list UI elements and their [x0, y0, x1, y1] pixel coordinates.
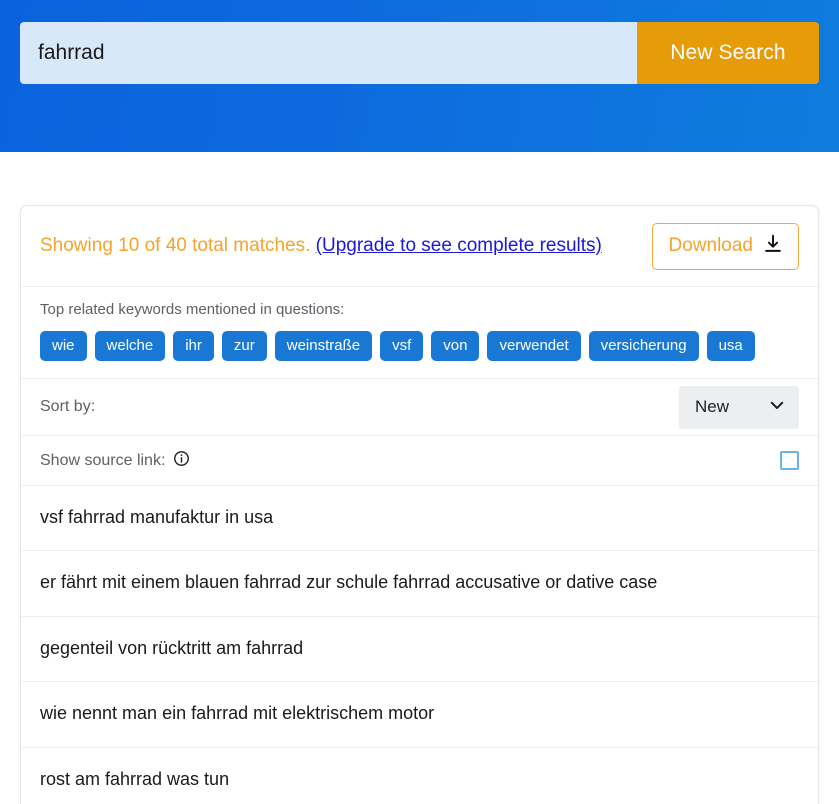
sort-by-value: New	[695, 397, 730, 416]
show-source-link-label: Show source link:	[40, 451, 166, 469]
results-card: Showing 10 of 40 total matches. (Upgrade…	[20, 205, 819, 804]
sort-row: Sort by: New	[21, 378, 818, 435]
download-button[interactable]: Download	[651, 222, 799, 270]
results-summary: Showing 10 of 40 total matches. (Upgrade…	[40, 235, 602, 257]
show-source-link-checkbox[interactable]	[780, 451, 799, 470]
sort-by-select[interactable]: New	[679, 385, 799, 429]
search-header: New Search	[0, 0, 839, 152]
match-count-text: Showing 10 of 40 total matches.	[40, 235, 316, 256]
search-bar: New Search	[20, 22, 819, 84]
chevron-down-icon	[768, 396, 786, 419]
keyword-chip[interactable]: versicherung	[588, 331, 699, 361]
download-button-label: Download	[668, 235, 754, 256]
page-body: Showing 10 of 40 total matches. (Upgrade…	[0, 152, 839, 804]
keyword-chip[interactable]: weinstraße	[274, 331, 373, 361]
info-icon[interactable]	[173, 450, 190, 472]
new-search-button[interactable]: New Search	[637, 22, 819, 84]
result-row[interactable]: vsf fahrrad manufaktur in usa	[21, 485, 818, 550]
show-source-link-row: Show source link:	[21, 435, 818, 485]
keyword-chip[interactable]: ihr	[173, 331, 214, 361]
sort-by-label: Sort by:	[40, 398, 96, 415]
result-row[interactable]: er fährt mit einem blauen fahrrad zur sc…	[21, 550, 818, 615]
related-keywords-section: Top related keywords mentioned in questi…	[21, 286, 818, 378]
related-keywords-title: Top related keywords mentioned in questi…	[40, 301, 345, 318]
keyword-chip[interactable]: von	[431, 331, 480, 361]
results-summary-row: Showing 10 of 40 total matches. (Upgrade…	[21, 206, 818, 286]
keyword-chip[interactable]: usa	[706, 331, 755, 361]
keyword-chip[interactable]: welche	[94, 331, 166, 361]
search-input[interactable]	[20, 22, 637, 84]
result-row[interactable]: rost am fahrrad was tun	[21, 746, 818, 804]
keyword-chip-list: wie welche ihr zur weinstraße vsf von ve…	[40, 331, 799, 361]
upgrade-link[interactable]: (Upgrade to see complete results)	[316, 235, 602, 256]
result-row[interactable]: wie nennt man ein fahrrad mit elektrisch…	[21, 681, 818, 746]
keyword-chip[interactable]: vsf	[380, 331, 424, 361]
download-icon	[762, 233, 784, 260]
keyword-chip[interactable]: verwendet	[487, 331, 581, 361]
keyword-chip[interactable]: zur	[221, 331, 267, 361]
show-source-link-left: Show source link:	[40, 450, 190, 472]
result-row[interactable]: gegenteil von rücktritt am fahrrad	[21, 615, 818, 681]
keyword-chip[interactable]: wie	[40, 331, 87, 361]
